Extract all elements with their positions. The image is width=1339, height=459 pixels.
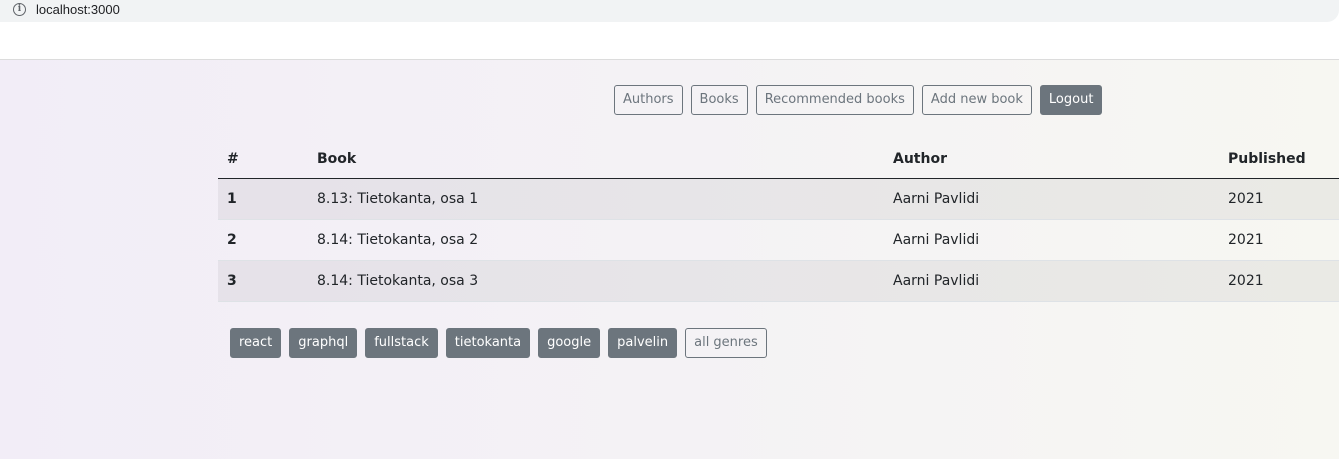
genre-google-button[interactable]: google (538, 328, 601, 358)
books-table: # Book Author Published 1 8.13: Tietokan… (218, 140, 1339, 302)
header-book: Book (308, 140, 884, 179)
url-text[interactable]: localhost:3000 (36, 2, 120, 17)
row-number: 3 (218, 260, 308, 302)
books-button[interactable]: Books (690, 85, 748, 115)
row-number: 1 (218, 178, 308, 220)
book-published: 2021 (1219, 219, 1339, 261)
genre-graphql-button[interactable]: graphql (289, 328, 358, 358)
info-icon[interactable]: i (13, 3, 26, 16)
table-row: 3 8.14: Tietokanta, osa 3 Aarni Pavlidi … (218, 260, 1339, 302)
header-number: # (218, 140, 308, 179)
authors-button[interactable]: Authors (614, 85, 683, 115)
genre-fullstack-button[interactable]: fullstack (365, 328, 438, 358)
logout-button[interactable]: Logout (1039, 85, 1103, 115)
book-published: 2021 (1219, 178, 1339, 220)
genre-filter: react graphql fullstack tietokanta googl… (230, 328, 767, 358)
add-new-book-button[interactable]: Add new book (921, 85, 1032, 115)
book-author: Aarni Pavlidi (884, 178, 1219, 220)
header-published: Published (1219, 140, 1339, 179)
genre-react-button[interactable]: react (230, 328, 282, 358)
address-bar[interactable]: i localhost:3000 (0, 0, 1339, 22)
top-nav: Authors Books Recommended books Add new … (614, 85, 1103, 115)
book-author: Aarni Pavlidi (884, 260, 1219, 302)
book-author: Aarni Pavlidi (884, 219, 1219, 261)
table-row: 1 8.13: Tietokanta, osa 1 Aarni Pavlidi … (218, 178, 1339, 220)
app-page: Authors Books Recommended books Add new … (0, 59, 1339, 459)
table-header-row: # Book Author Published (218, 140, 1339, 179)
book-title: 8.14: Tietokanta, osa 3 (308, 260, 884, 302)
genre-tietokanta-button[interactable]: tietokanta (445, 328, 531, 358)
header-author: Author (884, 140, 1219, 179)
book-title: 8.14: Tietokanta, osa 2 (308, 219, 884, 261)
all-genres-button[interactable]: all genres (685, 328, 767, 358)
book-published: 2021 (1219, 260, 1339, 302)
genre-palvelin-button[interactable]: palvelin (608, 328, 678, 358)
book-title: 8.13: Tietokanta, osa 1 (308, 178, 884, 220)
recommended-books-button[interactable]: Recommended books (755, 85, 914, 115)
row-number: 2 (218, 219, 308, 261)
table-row: 2 8.14: Tietokanta, osa 2 Aarni Pavlidi … (218, 219, 1339, 261)
